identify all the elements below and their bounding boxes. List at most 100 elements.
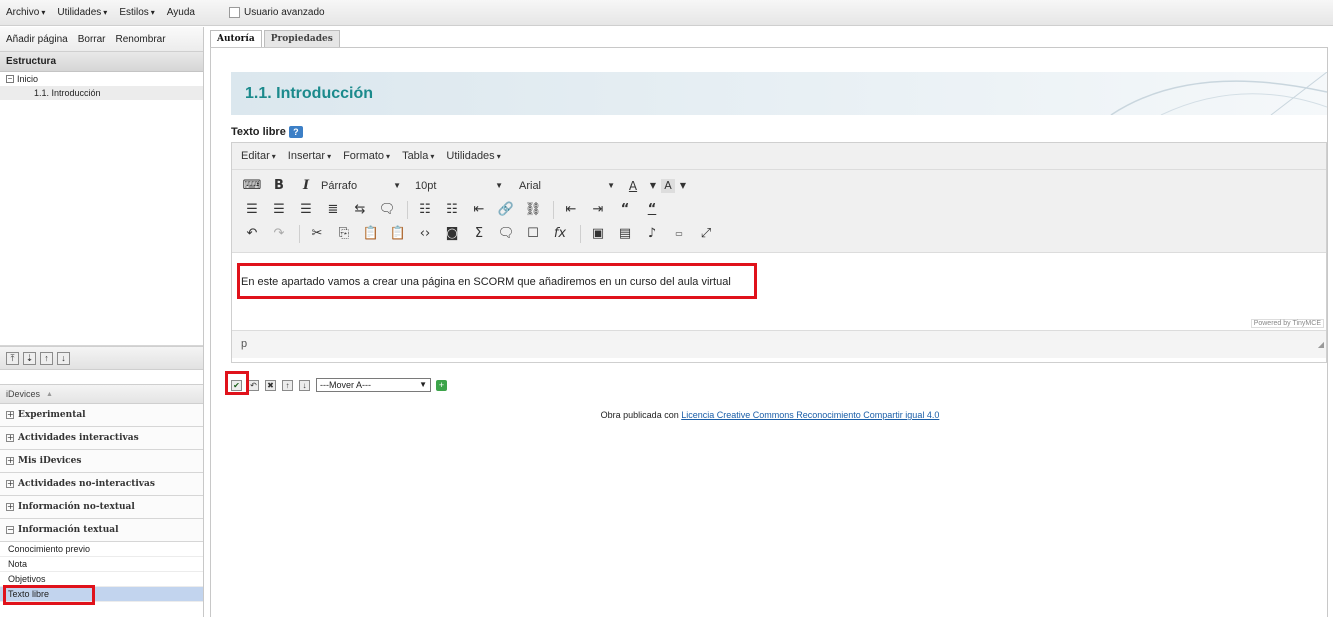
align-right-icon[interactable]: ☰ xyxy=(294,200,318,220)
license-link[interactable]: Licencia Creative Commons Reconocimiento… xyxy=(681,410,939,420)
move-up-icon[interactable]: ↑ xyxy=(40,351,53,365)
expand-icon: + xyxy=(6,456,14,465)
tree-node-label: Inicio xyxy=(17,74,39,84)
toolbar-separator xyxy=(299,225,300,243)
category-experimental[interactable]: + Experimental xyxy=(0,404,203,427)
menu-estilos[interactable]: Estilos ▾ xyxy=(113,7,160,18)
idevice-nota[interactable]: Nota xyxy=(0,557,203,572)
editor-menu-utilidades[interactable]: Utilidades ▾ xyxy=(446,150,500,162)
align-justify-icon[interactable]: ≣ xyxy=(321,200,345,220)
category-actividades-no-interactivas[interactable]: + Actividades no-interactivas xyxy=(0,473,203,496)
collapse-icon[interactable]: − xyxy=(6,75,14,83)
category-mis-idevices[interactable]: + Mis iDevices xyxy=(0,450,203,473)
audio-icon[interactable]: ♪ xyxy=(640,224,664,244)
paste-text-icon[interactable]: 📋 xyxy=(386,224,410,244)
quote-underline-icon[interactable]: “ xyxy=(640,200,664,220)
link-icon[interactable]: 🔗 xyxy=(494,200,518,220)
save-check-icon[interactable]: ✔ xyxy=(231,379,242,391)
numbered-list-icon[interactable]: ☷ xyxy=(440,200,464,220)
delete-page-button[interactable]: Borrar xyxy=(78,34,106,45)
comment-icon[interactable]: 🗨 xyxy=(494,224,518,244)
background-color-dropdown-icon[interactable]: ▼ xyxy=(678,176,688,196)
toolbar-separator xyxy=(407,201,408,219)
font-size-select[interactable]: 10pt ▼ xyxy=(415,176,503,196)
idevice-texto-libre[interactable]: Texto libre xyxy=(0,587,203,602)
tab-propiedades[interactable]: Propiedades xyxy=(263,30,340,48)
editor-menu-formato[interactable]: Formato ▾ xyxy=(343,150,390,162)
keyboard-icon[interactable]: ⌨ xyxy=(240,176,264,196)
paste-icon[interactable]: 📋 xyxy=(359,224,383,244)
paragraph-direction-icon[interactable]: ⇆ xyxy=(348,200,372,220)
undo-edit-icon[interactable]: ↶ xyxy=(248,379,259,391)
tree-node-introduccion[interactable]: 1.1. Introducción xyxy=(0,86,203,100)
quote-icon[interactable]: “ xyxy=(613,200,637,220)
bullet-list-icon[interactable]: ☷ xyxy=(413,200,437,220)
advanced-user-checkbox[interactable] xyxy=(228,7,240,18)
undo-icon[interactable]: ↶ xyxy=(240,224,264,244)
decrease-indent-icon[interactable]: ⇤ xyxy=(559,200,583,220)
video-icon[interactable]: ▤ xyxy=(613,224,637,244)
collapse-up-icon: ▲ xyxy=(46,390,53,398)
structure-tree: − Inicio 1.1. Introducción xyxy=(0,72,203,346)
embed-media-icon[interactable]: ◙ xyxy=(440,224,464,244)
category-informacion-no-textual[interactable]: + Información no-textual xyxy=(0,496,203,519)
tab-autoria[interactable]: Autoría xyxy=(210,30,262,48)
align-center-icon[interactable]: ☰ xyxy=(267,200,291,220)
add-page-button[interactable]: Añadir página xyxy=(6,34,68,45)
fullscreen-icon[interactable]: ⤢ xyxy=(694,224,718,244)
redo-icon[interactable]: ↷ xyxy=(267,224,291,244)
outdent-icon[interactable]: ⇤ xyxy=(467,200,491,220)
text-color-dropdown-icon[interactable]: ▼ xyxy=(648,176,658,196)
move-to-select[interactable]: ---Mover A--- ▼ xyxy=(316,378,431,392)
move-down-level-icon[interactable]: ⇣ xyxy=(23,351,36,365)
image-icon[interactable]: ▣ xyxy=(586,224,610,244)
rename-page-button[interactable]: Renombrar xyxy=(116,34,166,45)
background-color-icon[interactable]: A xyxy=(661,179,675,193)
bold-icon[interactable]: B xyxy=(267,176,291,196)
category-actividades-interactivas[interactable]: + Actividades interactivas xyxy=(0,427,203,450)
help-icon[interactable]: ? xyxy=(288,126,303,138)
menu-ayuda[interactable]: Ayuda xyxy=(161,7,201,18)
copy-icon[interactable]: ⎘ xyxy=(332,224,356,244)
rich-text-editor: Editar ▾ Insertar ▾ Formato ▾ Tabla ▾ Utilid… xyxy=(231,142,1327,363)
page-title-banner: 1.1. Introducción xyxy=(231,72,1327,115)
resize-handle-icon[interactable]: ◢ xyxy=(1318,332,1324,358)
page-title: 1.1. Introducción xyxy=(245,85,374,102)
menu-archivo[interactable]: Archivo ▾ xyxy=(0,7,51,18)
align-left-icon[interactable]: ☰ xyxy=(240,200,264,220)
tree-node-inicio[interactable]: − Inicio xyxy=(0,72,203,86)
math-sigma-icon[interactable]: Σ xyxy=(467,224,491,244)
html-icon[interactable]: ▭ xyxy=(667,224,691,244)
formula-icon[interactable]: fx xyxy=(548,224,572,244)
editor-content-text[interactable]: En este apartado vamos a crear una págin… xyxy=(241,276,731,288)
block-format-select[interactable]: Párrafo ▼ xyxy=(321,176,401,196)
editor-content-area[interactable]: En este apartado vamos a crear una págin… xyxy=(232,253,1326,330)
page-actions-bar: Añadir página Borrar Renombrar xyxy=(0,27,203,52)
text-color-icon[interactable]: A xyxy=(621,176,645,196)
move-up-icon[interactable]: ↑ xyxy=(282,379,293,391)
advanced-user-toggle[interactable]: Usuario avanzado xyxy=(228,7,325,18)
move-down-icon[interactable]: ↓ xyxy=(299,379,310,391)
left-panel: Añadir página Borrar Renombrar Estructur… xyxy=(0,27,204,617)
cut-icon[interactable]: ✂ xyxy=(305,224,329,244)
idevice-conocimiento-previo[interactable]: Conocimiento previo xyxy=(0,542,203,557)
blockquote-icon[interactable]: 🗨 xyxy=(375,200,399,220)
idevice-objetivos[interactable]: Objetivos xyxy=(0,572,203,587)
editor-menu-insertar[interactable]: Insertar ▾ xyxy=(288,150,331,162)
menu-utilidades[interactable]: Utilidades ▾ xyxy=(51,7,113,18)
move-first-icon[interactable]: ⤒ xyxy=(6,351,19,365)
unlink-icon[interactable]: ⛓ xyxy=(521,200,545,220)
editor-menu-editar[interactable]: Editar ▾ xyxy=(241,150,276,162)
editor-menu-tabla[interactable]: Tabla ▾ xyxy=(402,150,434,162)
delete-icon[interactable]: ✖ xyxy=(265,379,276,391)
add-icon[interactable]: + xyxy=(436,379,447,391)
category-informacion-textual[interactable]: − Información textual xyxy=(0,519,203,542)
move-down-icon[interactable]: ↓ xyxy=(57,351,70,365)
box-icon[interactable]: ☐ xyxy=(521,224,545,244)
increase-indent-icon[interactable]: ⇥ xyxy=(586,200,610,220)
code-icon[interactable]: ‹› xyxy=(413,224,437,244)
idevices-header[interactable]: iDevices ▲ xyxy=(0,384,203,404)
italic-icon[interactable]: I xyxy=(294,176,318,196)
element-path[interactable]: p xyxy=(241,338,247,350)
font-family-select[interactable]: Arial ▼ xyxy=(519,176,615,196)
